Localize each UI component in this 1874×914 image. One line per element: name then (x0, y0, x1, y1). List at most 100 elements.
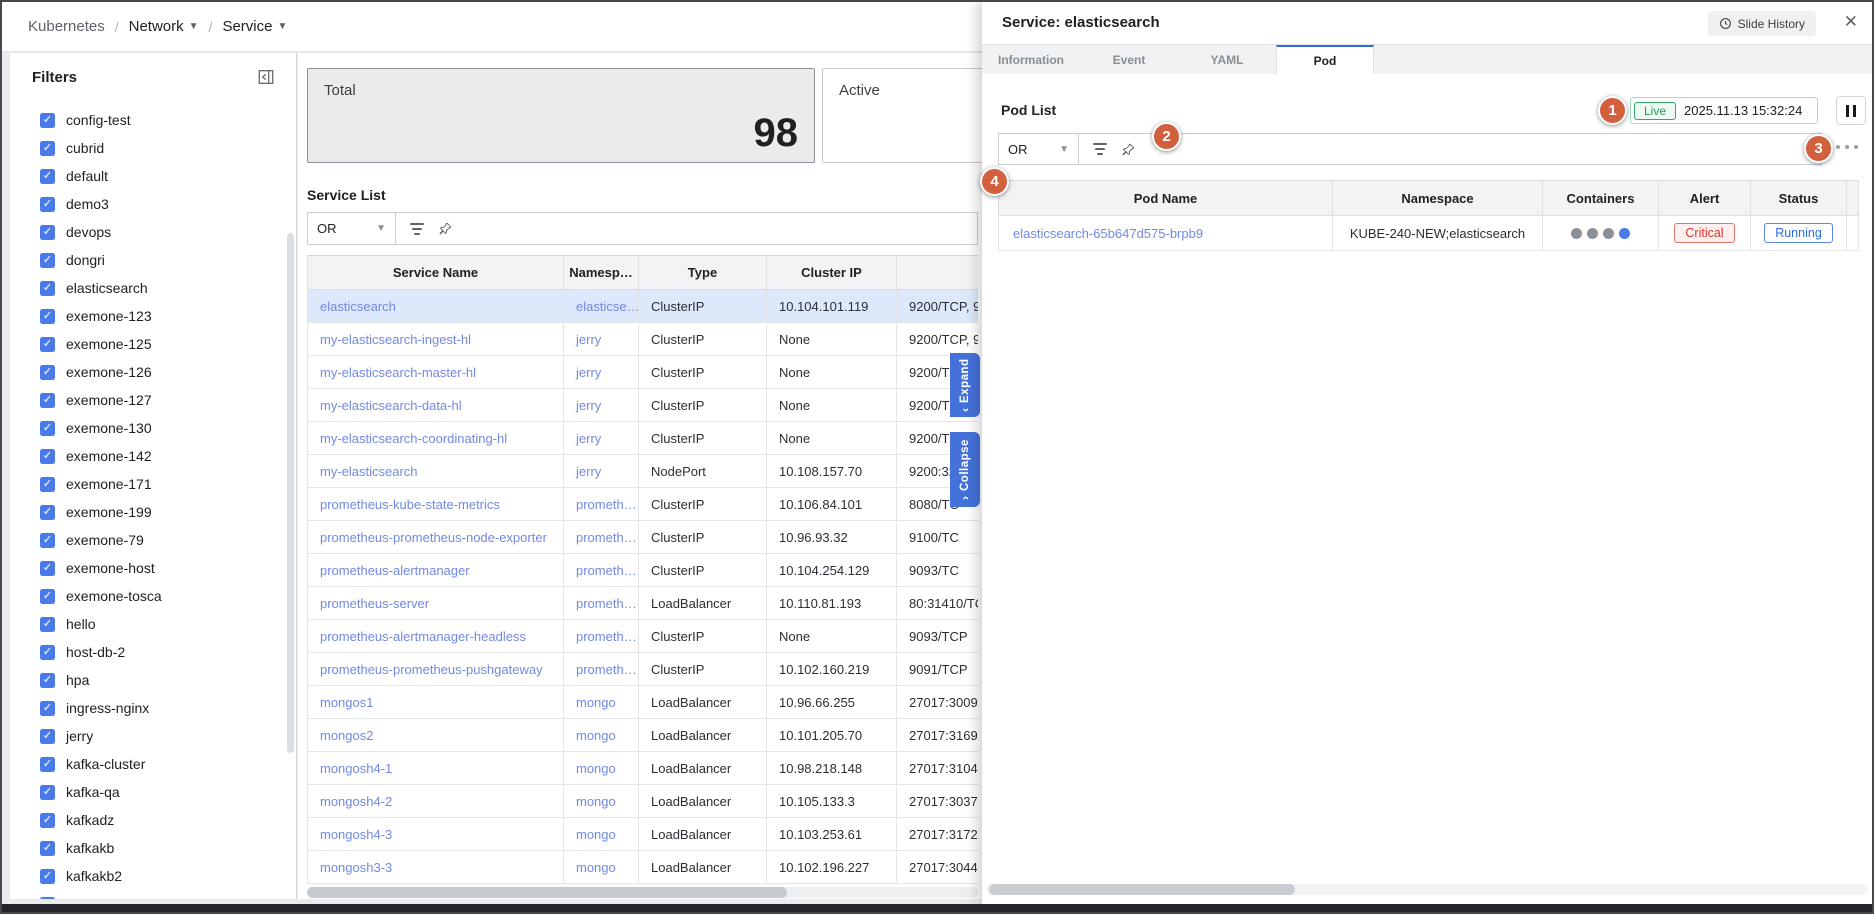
filter-item[interactable]: ✓ dongri (10, 246, 296, 274)
checkbox-checked-icon[interactable]: ✓ (40, 869, 55, 884)
checkbox-checked-icon[interactable]: ✓ (40, 197, 55, 212)
service-name-link[interactable]: prometheus-prometheus-node-exporter (320, 530, 547, 545)
service-namespace-link[interactable]: elasticse… (576, 299, 639, 314)
service-namespace-link[interactable]: mongo (576, 728, 616, 743)
service-table-row[interactable]: prometheus-server prometh… LoadBalancer … (308, 587, 979, 620)
service-table-row[interactable]: mongos2 mongo LoadBalancer 10.101.205.70… (308, 719, 979, 752)
filter-item[interactable]: ✓ kblife (10, 890, 296, 899)
pod-name-link[interactable]: elasticsearch-65b647d575-brpb9 (1013, 226, 1203, 241)
slide-history-button[interactable]: Slide History (1708, 11, 1816, 36)
checkbox-checked-icon[interactable]: ✓ (40, 309, 55, 324)
service-table-row[interactable]: my-elasticsearch jerry NodePort 10.108.1… (308, 455, 979, 488)
service-namespace-link[interactable]: mongo (576, 794, 616, 809)
breadcrumb-service-dropdown[interactable]: Service ▼ (222, 18, 287, 35)
checkbox-checked-icon[interactable]: ✓ (40, 169, 55, 184)
filter-item[interactable]: ✓ elasticsearch (10, 274, 296, 302)
service-name-link[interactable]: prometheus-alertmanager (320, 563, 470, 578)
filter-item[interactable]: ✓ cubrid (10, 134, 296, 162)
pause-button[interactable] (1836, 96, 1866, 125)
service-table-row[interactable]: prometheus-prometheus-node-exporter prom… (308, 521, 979, 554)
service-name-link[interactable]: my-elasticsearch-ingest-hl (320, 332, 471, 347)
checkbox-checked-icon[interactable]: ✓ (40, 337, 55, 352)
service-name-link[interactable]: prometheus-kube-state-metrics (320, 497, 500, 512)
filter-item[interactable]: ✓ jerry (10, 722, 296, 750)
filter-item[interactable]: ✓ host-db-2 (10, 638, 296, 666)
breadcrumb-root[interactable]: Kubernetes (28, 18, 105, 35)
expand-panel-tab[interactable]: ‹ Expand (950, 353, 980, 417)
checkbox-checked-icon[interactable]: ✓ (40, 589, 55, 604)
service-table-row[interactable]: elasticsearch elasticse… ClusterIP 10.10… (308, 290, 979, 323)
filter-item[interactable]: ✓ exemone-125 (10, 330, 296, 358)
checkbox-checked-icon[interactable]: ✓ (40, 561, 55, 576)
col-status[interactable]: Status (1751, 181, 1847, 216)
checkbox-checked-icon[interactable]: ✓ (40, 785, 55, 800)
service-table-row[interactable]: my-elasticsearch-master-hl jerry Cluster… (308, 356, 979, 389)
checkbox-checked-icon[interactable]: ✓ (40, 365, 55, 380)
filters-scrollbar-thumb[interactable] (287, 233, 294, 753)
pod-table-hscrollbar-thumb[interactable] (989, 884, 1295, 895)
service-namespace-link[interactable]: jerry (576, 464, 601, 479)
filter-item[interactable]: ✓ exemone-126 (10, 358, 296, 386)
service-table-row[interactable]: mongosh4-3 mongo LoadBalancer 10.103.253… (308, 818, 979, 851)
checkbox-checked-icon[interactable]: ✓ (40, 897, 55, 900)
filter-item[interactable]: ✓ exemone-host (10, 554, 296, 582)
checkbox-checked-icon[interactable]: ✓ (40, 393, 55, 408)
filter-item[interactable]: ✓ kafka-qa (10, 778, 296, 806)
filter-item[interactable]: ✓ ingress-nginx (10, 694, 296, 722)
filter-item[interactable]: ✓ hello (10, 610, 296, 638)
checkbox-checked-icon[interactable]: ✓ (40, 225, 55, 240)
collapse-panel-tab[interactable]: › Collapse (950, 432, 980, 507)
tab-pod[interactable]: Pod (1276, 45, 1374, 74)
checkbox-checked-icon[interactable]: ✓ (40, 141, 55, 156)
col-containers[interactable]: Containers (1543, 181, 1659, 216)
service-table-row[interactable]: prometheus-prometheus-pushgateway promet… (308, 653, 979, 686)
filter-item[interactable]: ✓ exemone-tosca (10, 582, 296, 610)
col-namespace[interactable]: Namesp… (564, 256, 639, 290)
service-name-link[interactable]: my-elasticsearch-master-hl (320, 365, 476, 380)
checkbox-checked-icon[interactable]: ✓ (40, 813, 55, 828)
service-name-link[interactable]: elasticsearch (320, 299, 396, 314)
service-namespace-link[interactable]: jerry (576, 398, 601, 413)
checkbox-checked-icon[interactable]: ✓ (40, 113, 55, 128)
service-name-link[interactable]: mongosh4-3 (320, 827, 392, 842)
filter-item[interactable]: ✓ default (10, 162, 296, 190)
service-namespace-link[interactable]: prometh… (576, 662, 637, 677)
service-name-link[interactable]: mongos1 (320, 695, 373, 710)
service-table-row[interactable]: mongosh4-2 mongo LoadBalancer 10.105.133… (308, 785, 979, 818)
filter-item[interactable]: ✓ kafka-cluster (10, 750, 296, 778)
more-menu-icon[interactable] (1836, 145, 1858, 149)
filter-item[interactable]: ✓ kafkadz (10, 806, 296, 834)
filter-item[interactable]: ✓ hpa (10, 666, 296, 694)
service-name-link[interactable]: prometheus-alertmanager-headless (320, 629, 526, 644)
service-namespace-link[interactable]: jerry (576, 332, 601, 347)
checkbox-checked-icon[interactable]: ✓ (40, 645, 55, 660)
service-filter-operator-select[interactable]: OR ▼ (308, 213, 396, 244)
service-namespace-link[interactable]: prometh… (576, 596, 637, 611)
service-namespace-link[interactable]: prometh… (576, 563, 637, 578)
tab-event[interactable]: Event (1080, 45, 1178, 74)
service-table-row[interactable]: prometheus-alertmanager-headless prometh… (308, 620, 979, 653)
filter-item[interactable]: ✓ devops (10, 218, 296, 246)
col-ports[interactable] (897, 256, 979, 290)
col-pod-namespace[interactable]: Namespace (1333, 181, 1543, 216)
service-name-link[interactable]: prometheus-prometheus-pushgateway (320, 662, 543, 677)
col-pod-name[interactable]: Pod Name (999, 181, 1333, 216)
checkbox-checked-icon[interactable]: ✓ (40, 617, 55, 632)
close-icon[interactable]: ✕ (1844, 12, 1858, 32)
filter-item[interactable]: ✓ kafkakb (10, 834, 296, 862)
pod-table-row[interactable]: elasticsearch-65b647d575-brpb9 KUBE-240-… (999, 216, 1859, 251)
service-table-row[interactable]: mongos1 mongo LoadBalancer 10.96.66.255 … (308, 686, 979, 719)
service-table-row[interactable]: my-elasticsearch-data-hl jerry ClusterIP… (308, 389, 979, 422)
service-namespace-link[interactable]: mongo (576, 860, 616, 875)
filter-item[interactable]: ✓ exemone-123 (10, 302, 296, 330)
service-table-row[interactable]: prometheus-alertmanager prometh… Cluster… (308, 554, 979, 587)
service-namespace-link[interactable]: prometh… (576, 497, 637, 512)
filter-lines-icon[interactable] (410, 223, 424, 235)
checkbox-checked-icon[interactable]: ✓ (40, 449, 55, 464)
service-name-link[interactable]: prometheus-server (320, 596, 429, 611)
pin-icon[interactable] (438, 221, 453, 236)
service-name-link[interactable]: mongosh3-3 (320, 860, 392, 875)
service-name-link[interactable]: mongosh4-2 (320, 794, 392, 809)
checkbox-checked-icon[interactable]: ✓ (40, 729, 55, 744)
pin-icon[interactable] (1121, 142, 1136, 157)
